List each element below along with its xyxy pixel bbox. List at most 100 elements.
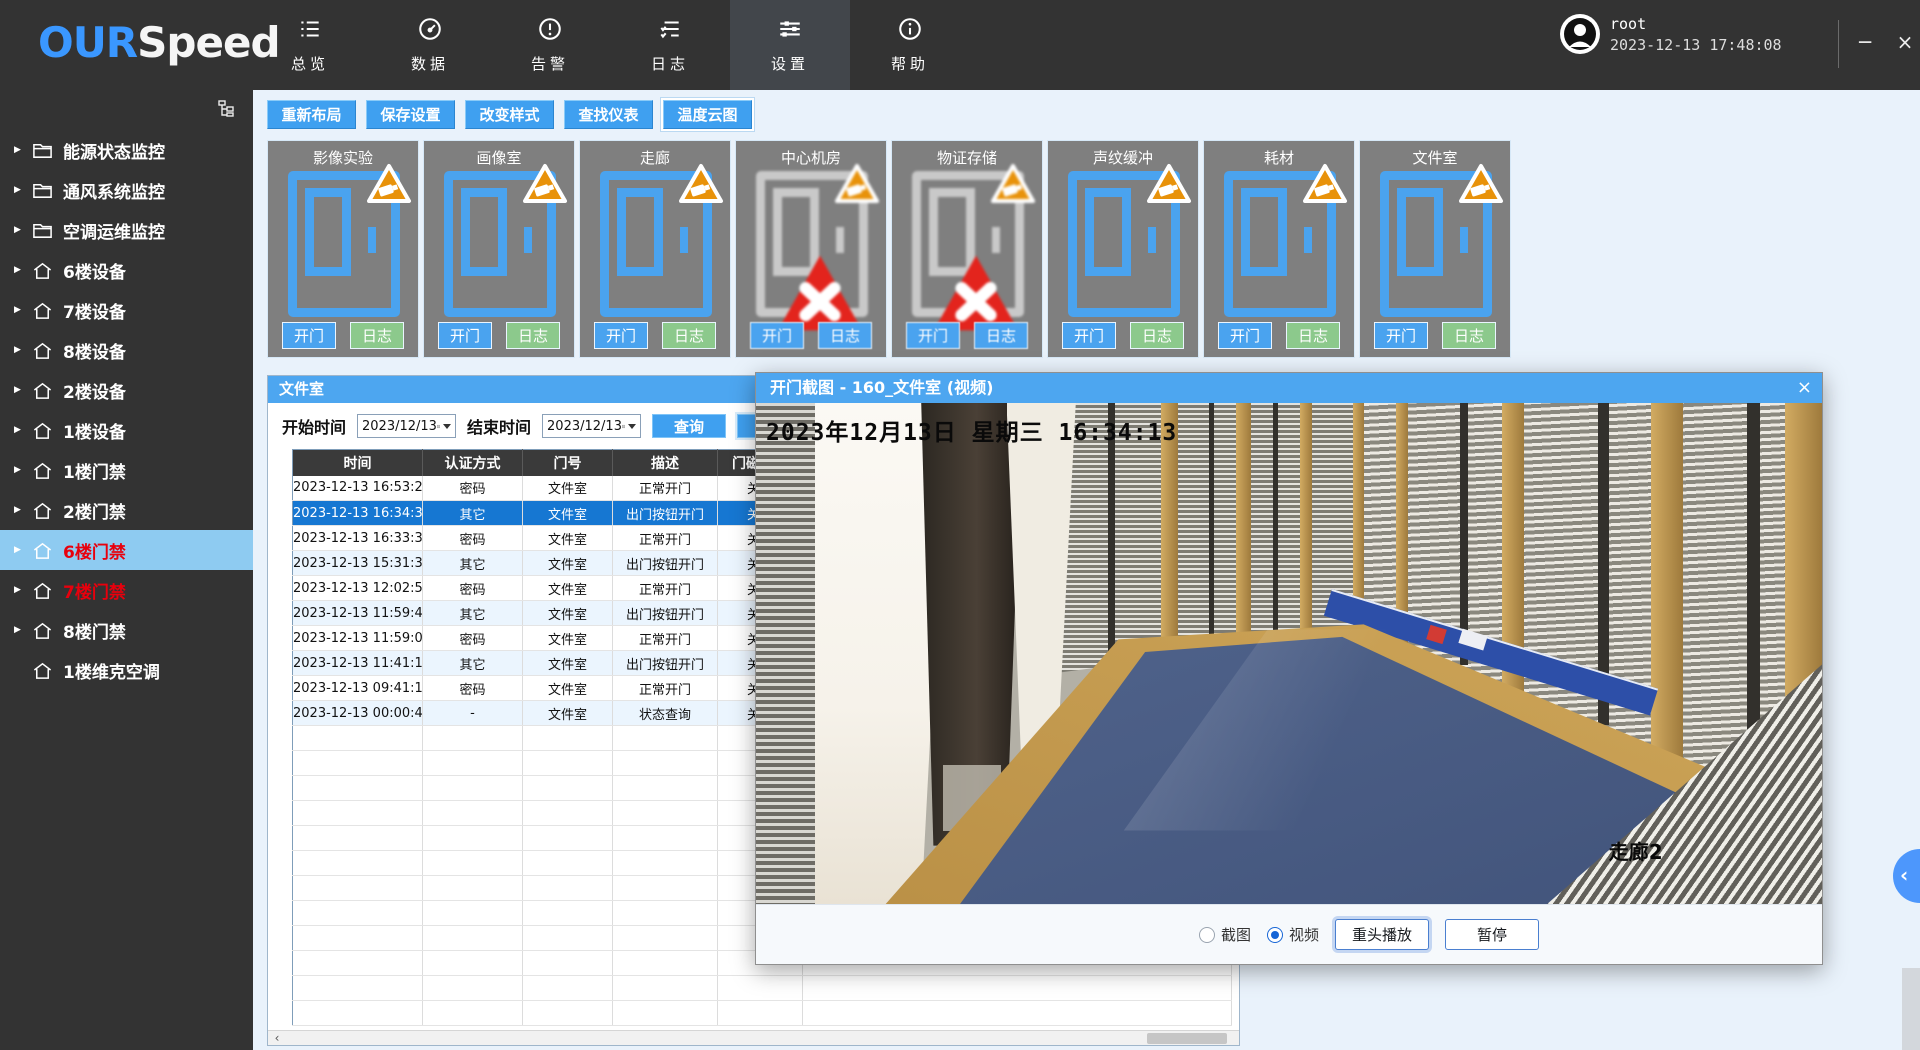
nav-data[interactable]: 数据: [370, 0, 490, 90]
sidebar-item-hvac-monitor[interactable]: ▶ 空调运维监控: [0, 210, 253, 250]
expand-arrow-icon[interactable]: ▶: [14, 505, 24, 515]
expand-arrow-icon[interactable]: ▶: [14, 185, 24, 195]
replay-button[interactable]: 重头播放: [1335, 919, 1429, 950]
sidebar-item-floor1-devices[interactable]: ▶ 1楼设备: [0, 410, 253, 450]
top-navigation: 总览 数据 告警 日志 设置 帮助: [250, 0, 970, 90]
start-date-picker[interactable]: 2023/12/13: [357, 414, 456, 438]
expand-arrow-icon[interactable]: ▶: [14, 545, 24, 555]
save-settings-button[interactable]: 保存设置: [366, 100, 455, 129]
expand-arrow-icon[interactable]: ▶: [14, 145, 24, 155]
open-door-button[interactable]: 开门: [594, 322, 648, 349]
find-meter-button[interactable]: 查找仪表: [564, 100, 653, 129]
door-card-zhongxinjifang: 中心机房 开门 日志: [735, 140, 887, 358]
logo-part-our: OUR: [38, 18, 137, 67]
tree-collapse-icon[interactable]: [218, 100, 235, 121]
temperature-cloud-button[interactable]: 温度云图: [663, 100, 752, 129]
nav-logs[interactable]: 日志: [610, 0, 730, 90]
open-door-button[interactable]: 开门: [1374, 322, 1428, 349]
open-door-button[interactable]: 开门: [1218, 322, 1272, 349]
door-log-button[interactable]: 日志: [974, 322, 1028, 349]
sidebar-item-ventilation-monitor[interactable]: ▶ 通风系统监控: [0, 170, 253, 210]
pause-button[interactable]: 暂停: [1445, 919, 1539, 950]
sidebar-item-floor6-devices[interactable]: ▶ 6楼设备: [0, 250, 253, 290]
door-log-button[interactable]: 日志: [1442, 322, 1496, 349]
home-icon: [32, 500, 53, 521]
video-radio[interactable]: [1267, 927, 1283, 943]
end-date-picker[interactable]: 2023/12/13: [542, 414, 641, 438]
expand-arrow-icon[interactable]: ▶: [14, 465, 24, 475]
nav-overview[interactable]: 总览: [250, 0, 370, 90]
sidebar-tree: ▶ 能源状态监控 ▶ 通风系统监控 ▶ 空调运维监控 ▶ 6楼设备 ▶ 7楼设备…: [0, 130, 253, 690]
door-log-button[interactable]: 日志: [818, 322, 872, 349]
door-log-button[interactable]: 日志: [1286, 322, 1340, 349]
sidebar-item-floor7-devices[interactable]: ▶ 7楼设备: [0, 290, 253, 330]
minimize-button[interactable]: ─: [1848, 30, 1882, 54]
video-timestamp-overlay: 2023年12月13日 星期三 16:34:13: [766, 413, 1177, 447]
close-button[interactable]: ×: [1888, 30, 1920, 54]
open-door-button[interactable]: 开门: [1062, 322, 1116, 349]
query-button[interactable]: 查询: [652, 414, 726, 438]
sidebar-item-floor6-access[interactable]: ▶ 6楼门禁: [0, 530, 253, 570]
expand-arrow-icon[interactable]: ▶: [14, 345, 24, 355]
open-door-button[interactable]: 开门: [750, 322, 804, 349]
open-door-button[interactable]: 开门: [906, 322, 960, 349]
user-avatar[interactable]: [1560, 14, 1600, 54]
right-vertical-scrollbar[interactable]: [1902, 968, 1920, 1050]
door-log-button[interactable]: 日志: [662, 322, 716, 349]
sidebar-item-floor2-devices[interactable]: ▶ 2楼设备: [0, 370, 253, 410]
current-datetime: 2023-12-13 17:48:08: [1610, 36, 1782, 54]
settings-sliders-icon: [777, 16, 803, 46]
door-log-button[interactable]: 日志: [1130, 322, 1184, 349]
home-icon: [32, 460, 53, 481]
end-time-label: 结束时间: [467, 414, 531, 438]
expand-arrow-icon[interactable]: ▶: [14, 625, 24, 635]
expand-arrow-icon[interactable]: ▶: [14, 425, 24, 435]
sidebar-item-floor1-aircon[interactable]: 1楼维克空调: [0, 650, 253, 690]
modal-title: 开门截图 - 160_文件室 (视频): [756, 373, 1822, 403]
nav-data-label: 数据: [411, 53, 449, 74]
nav-help[interactable]: 帮助: [850, 0, 970, 90]
door-icon: [600, 171, 712, 317]
door-icon: [1224, 171, 1336, 317]
user-box: root 2023-12-13 17:48:08: [1560, 14, 1782, 54]
door-log-button[interactable]: 日志: [506, 322, 560, 349]
sidebar-item-floor1-access[interactable]: ▶ 1楼门禁: [0, 450, 253, 490]
expand-arrow-icon[interactable]: ▶: [14, 585, 24, 595]
relayout-button[interactable]: 重新布局: [267, 100, 356, 129]
camera-video-feed: 2023年12月13日 星期三 16:34:13 走廊2: [756, 403, 1822, 906]
sidebar-item-floor7-access[interactable]: ▶ 7楼门禁: [0, 570, 253, 610]
home-icon: [32, 340, 53, 361]
home-icon: [32, 540, 53, 561]
open-door-button[interactable]: 开门: [282, 322, 336, 349]
open-door-button[interactable]: 开门: [438, 322, 492, 349]
modal-close-icon[interactable]: ×: [1797, 373, 1812, 403]
scrollbar-thumb[interactable]: [1147, 1033, 1227, 1044]
scroll-left-icon[interactable]: ‹: [270, 1031, 284, 1045]
sidebar-item-floor2-access[interactable]: ▶ 2楼门禁: [0, 490, 253, 530]
nav-settings[interactable]: 设置: [730, 0, 850, 90]
collapse-panel-button[interactable]: ‹: [1893, 849, 1920, 903]
horizontal-scrollbar[interactable]: ‹: [268, 1030, 1239, 1045]
expand-arrow-icon[interactable]: ▶: [14, 265, 24, 275]
sidebar-item-floor8-devices[interactable]: ▶ 8楼设备: [0, 330, 253, 370]
change-style-button[interactable]: 改变样式: [465, 100, 554, 129]
screenshot-radio[interactable]: [1199, 927, 1215, 943]
expand-arrow-icon[interactable]: ▶: [14, 305, 24, 315]
door-icon: [444, 171, 556, 317]
overview-list-icon: [297, 16, 323, 46]
app-header: OURSpeed 总览 数据 告警 日志 设置 帮助: [0, 0, 1920, 90]
expand-arrow-icon[interactable]: ▶: [14, 385, 24, 395]
table-empty-row: [293, 976, 1232, 1001]
expand-arrow-icon[interactable]: ▶: [14, 225, 24, 235]
door-icon: [1380, 171, 1492, 317]
camera-alarm-icon: [1301, 162, 1349, 206]
sidebar: ▶ 能源状态监控 ▶ 通风系统监控 ▶ 空调运维监控 ▶ 6楼设备 ▶ 7楼设备…: [0, 90, 253, 1050]
sidebar-item-floor8-access[interactable]: ▶ 8楼门禁: [0, 610, 253, 650]
door-snapshot-modal: 开门截图 - 160_文件室 (视频) × 2023年12月13日 星期三 16…: [755, 372, 1823, 965]
sidebar-item-energy-monitor[interactable]: ▶ 能源状态监控: [0, 130, 253, 170]
door-log-button[interactable]: 日志: [350, 322, 404, 349]
start-time-label: 开始时间: [282, 414, 346, 438]
door-icon: [288, 171, 400, 317]
nav-alerts[interactable]: 告警: [490, 0, 610, 90]
camera-alarm-icon: [365, 162, 413, 206]
